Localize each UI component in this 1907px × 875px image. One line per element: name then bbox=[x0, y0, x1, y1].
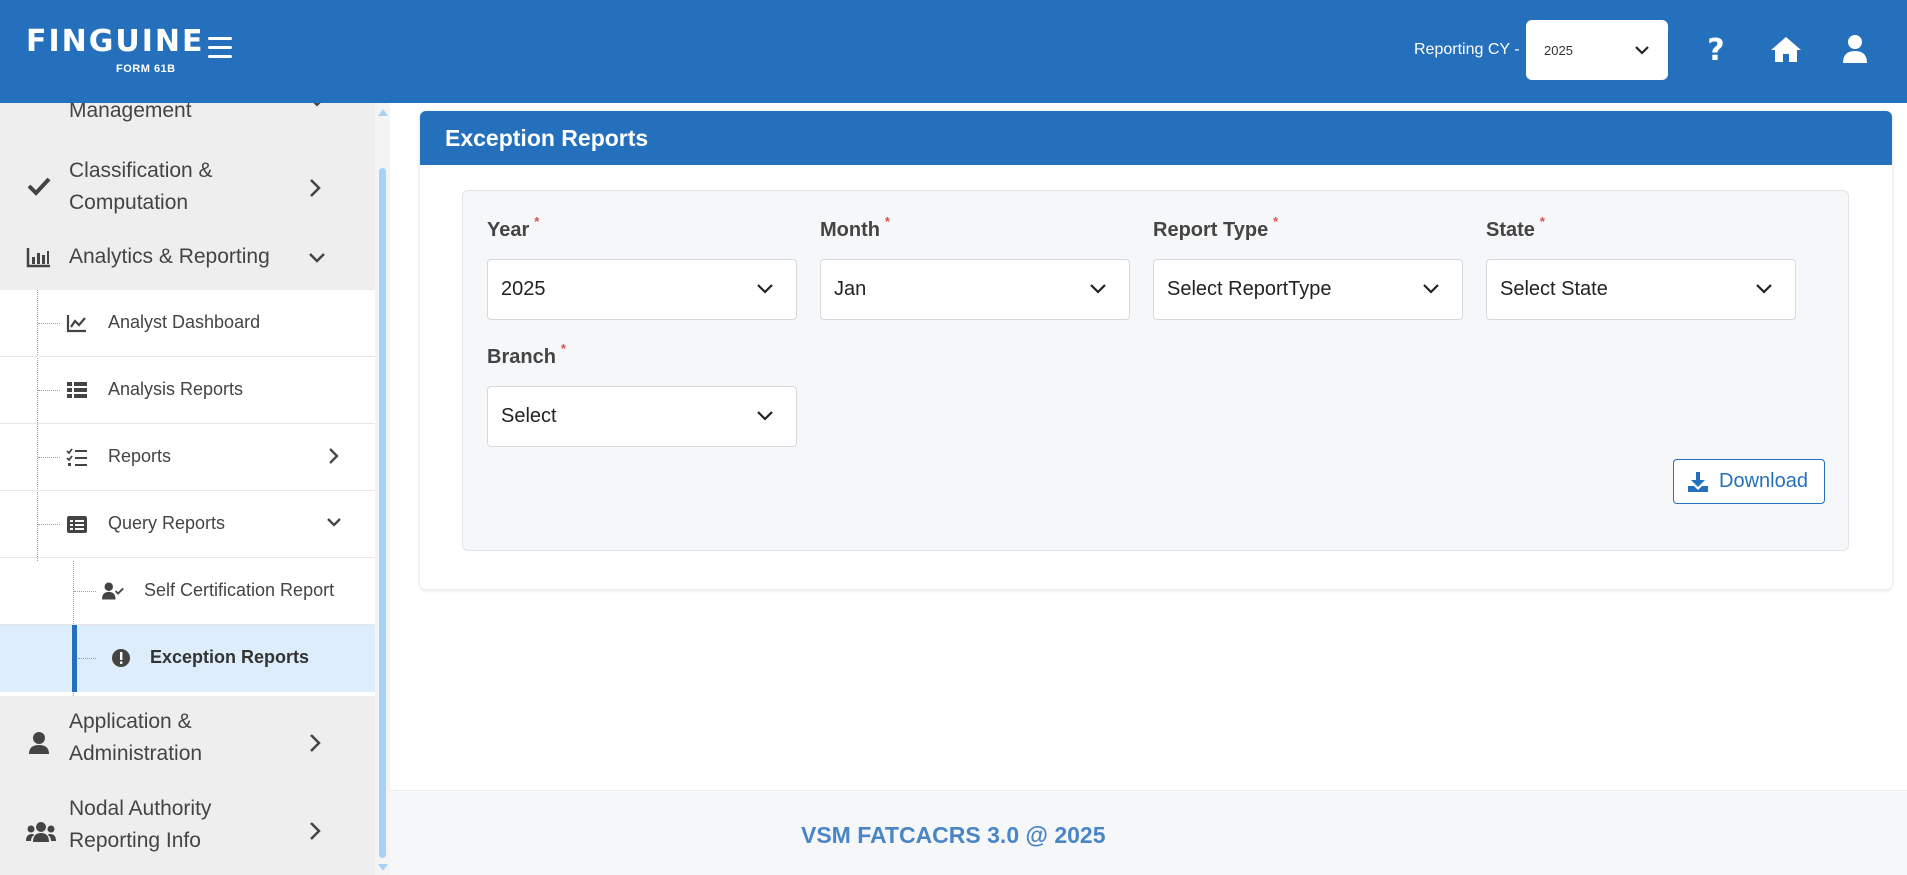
home-icon[interactable] bbox=[1769, 33, 1803, 65]
download-button[interactable]: Download bbox=[1673, 459, 1825, 504]
users-icon bbox=[26, 822, 56, 842]
chevron-down-icon bbox=[1756, 284, 1772, 294]
state-label: State * bbox=[1486, 214, 1545, 241]
chevron-down-icon bbox=[757, 284, 773, 294]
sidebar-item-label: Administration bbox=[69, 742, 203, 765]
sidebar-scrollbar[interactable] bbox=[375, 103, 390, 875]
reporting-cy-select[interactable]: 2025 bbox=[1526, 20, 1668, 80]
reporting-cy-label: Reporting CY - bbox=[1414, 41, 1520, 58]
chevron-down-icon bbox=[1090, 284, 1106, 294]
scroll-down-arrow[interactable] bbox=[378, 864, 388, 871]
sidebar-item-label: Exception Reports bbox=[150, 647, 310, 667]
checklist-icon bbox=[66, 448, 87, 466]
filter-form: Year * 2025 Month * Jan Report Type * Selec… bbox=[462, 190, 1849, 551]
branch-label: Branch * bbox=[487, 341, 566, 368]
sidebar-item-reports[interactable]: Reports bbox=[0, 424, 375, 491]
line-chart-icon bbox=[66, 315, 86, 333]
sidebar-item-label: Nodal Authority bbox=[69, 797, 212, 820]
svg-text:?: ? bbox=[1707, 33, 1724, 65]
sidebar-item-label: Analytics & Reporting bbox=[69, 245, 270, 268]
chevron-down-icon bbox=[757, 411, 773, 421]
check-icon bbox=[27, 177, 51, 196]
chevron-down-icon bbox=[313, 103, 321, 107]
sidebar-item-analyst-dashboard[interactable]: Analyst Dashboard bbox=[0, 290, 375, 357]
sidebar-item-label: Application & bbox=[69, 710, 192, 733]
branch-field: Branch * Select bbox=[487, 341, 797, 447]
chevron-down-icon bbox=[327, 518, 341, 527]
download-icon bbox=[1688, 471, 1708, 492]
month-label: Month * bbox=[820, 214, 890, 241]
help-icon[interactable]: ? bbox=[1701, 33, 1731, 65]
sidebar-item-label: Computation bbox=[69, 191, 189, 214]
sidebar-item-label: Reports bbox=[108, 446, 172, 466]
sidebar-item-label: Analysis Reports bbox=[108, 379, 244, 399]
sidebar-item-label: Reporting Info bbox=[69, 829, 201, 852]
user-icon bbox=[29, 732, 49, 754]
report-type-select[interactable]: Select ReportType bbox=[1153, 259, 1463, 320]
month-field: Month * Jan bbox=[820, 214, 1130, 320]
sidebar-item-label: Classification & bbox=[69, 159, 213, 182]
user-profile-icon[interactable] bbox=[1842, 33, 1868, 65]
state-select[interactable]: Select State bbox=[1486, 259, 1796, 320]
logo-text: FINGUINE bbox=[26, 24, 205, 59]
user-check-icon bbox=[102, 582, 124, 600]
card-title: Exception Reports bbox=[420, 111, 1892, 165]
chevron-right-icon bbox=[310, 822, 321, 840]
sidebar-item-classification[interactable]: Classification & Computation bbox=[0, 153, 375, 223]
bar-chart-icon bbox=[26, 248, 50, 268]
scroll-up-arrow[interactable] bbox=[378, 109, 388, 116]
top-header: FINGUINE FORM 61B Reporting CY - 2025 ? bbox=[0, 0, 1907, 103]
exception-reports-card: Exception Reports Year * 2025 Month * Jan … bbox=[420, 111, 1892, 589]
sidebar-submenu: Analyst Dashboard Analysis Reports Repor… bbox=[0, 290, 375, 696]
year-select[interactable]: 2025 bbox=[487, 259, 797, 320]
sidebar-item-self-certification-report[interactable]: Self Certification Report bbox=[0, 558, 375, 625]
main-content: Exception Reports Year * 2025 Month * Jan … bbox=[390, 103, 1907, 875]
download-label: Download bbox=[1719, 470, 1808, 492]
sidebar-item-application-administration[interactable]: Application & Administration bbox=[0, 700, 375, 788]
footer: VSM FATCACRS 3.0 @ 2025 bbox=[390, 790, 1907, 875]
sidebar-item-query-reports[interactable]: Query Reports bbox=[0, 491, 375, 558]
sidebar-item-label: Query Reports bbox=[108, 513, 226, 533]
table-icon bbox=[67, 382, 87, 398]
sidebar-item-analysis-reports[interactable]: Analysis Reports bbox=[0, 357, 375, 424]
sidebar-item-label: Self Certification Report bbox=[144, 580, 335, 600]
report-type-field: Report Type * Select ReportType bbox=[1153, 214, 1463, 320]
year-field: Year * 2025 bbox=[487, 214, 797, 320]
chevron-down-icon bbox=[1635, 46, 1649, 55]
sidebar-item-exception-reports[interactable]: Exception Reports bbox=[0, 625, 375, 692]
chevron-right-icon bbox=[310, 179, 321, 197]
branch-select[interactable]: Select bbox=[487, 386, 797, 447]
sidebar-item-management-partial[interactable]: Management bbox=[69, 103, 192, 123]
sidebar-item-analytics[interactable]: Analytics & Reporting bbox=[0, 225, 375, 289]
chevron-down-icon bbox=[1423, 284, 1439, 294]
scrollbar-thumb[interactable] bbox=[379, 168, 386, 858]
sidebar: Management Classification & Computation … bbox=[0, 103, 375, 875]
footer-text: VSM FATCACRS 3.0 @ 2025 bbox=[801, 822, 1106, 848]
app-logo[interactable]: FINGUINE FORM 61B bbox=[26, 24, 205, 76]
reporting-cy-value: 2025 bbox=[1544, 42, 1573, 58]
state-field: State * Select State bbox=[1486, 214, 1796, 320]
month-select[interactable]: Jan bbox=[820, 259, 1130, 320]
list-alt-icon bbox=[67, 516, 87, 533]
report-type-label: Report Type * bbox=[1153, 214, 1279, 241]
year-label: Year * bbox=[487, 214, 540, 241]
logo-subtitle: FORM 61B bbox=[116, 63, 176, 75]
sidebar-item-nodal-authority[interactable]: Nodal Authority Reporting Info bbox=[0, 790, 375, 875]
menu-toggle-icon[interactable] bbox=[208, 37, 232, 59]
chevron-right-icon bbox=[329, 448, 339, 464]
chevron-down-icon bbox=[309, 253, 325, 263]
sidebar-item-label: Analyst Dashboard bbox=[108, 312, 261, 332]
exclamation-circle-icon bbox=[112, 649, 130, 667]
chevron-right-icon bbox=[310, 734, 321, 752]
